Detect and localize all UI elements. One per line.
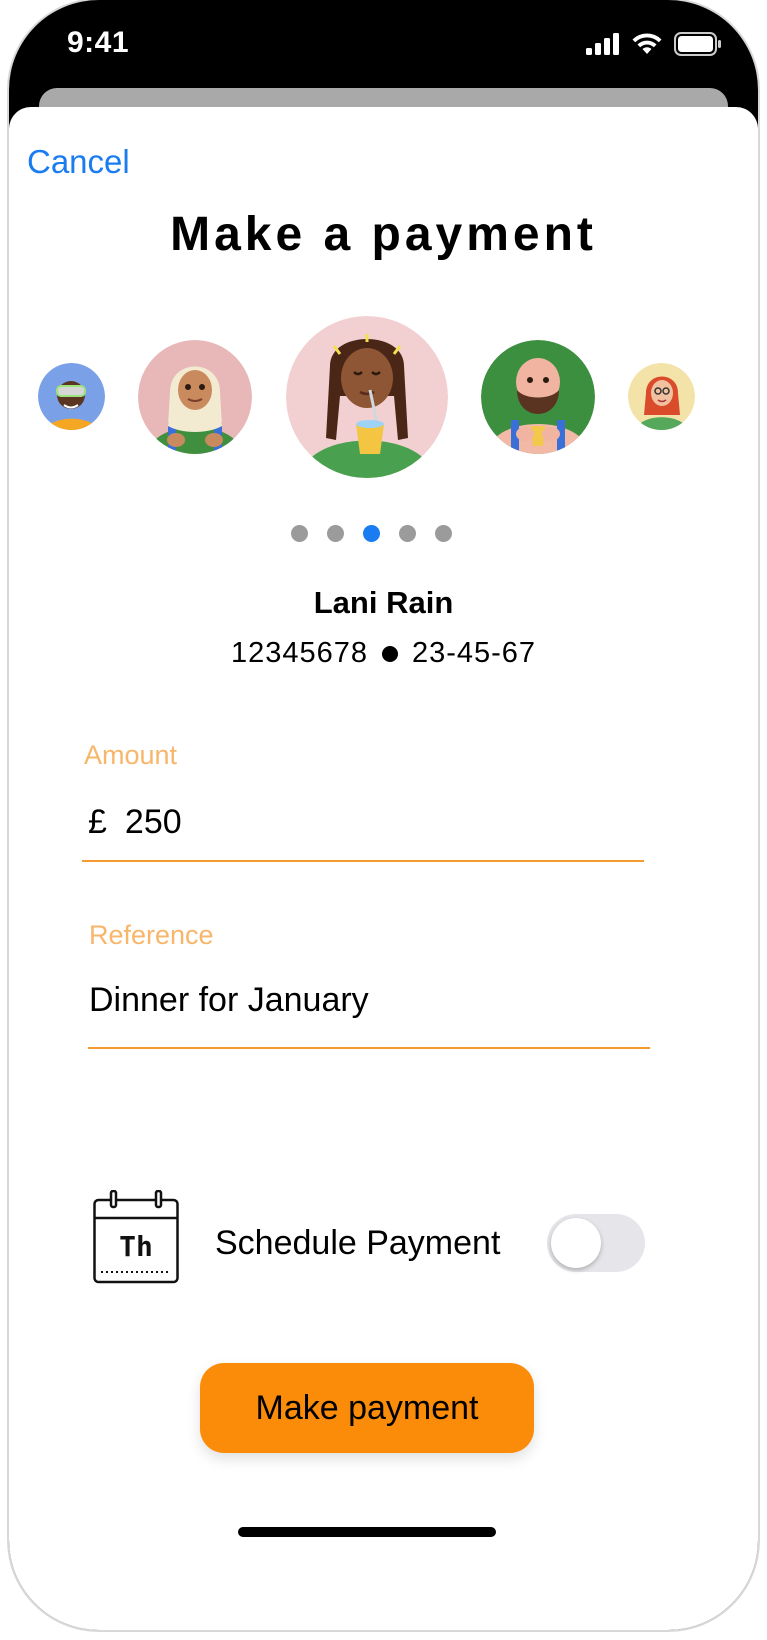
make-payment-button[interactable]: Make payment xyxy=(200,1363,534,1453)
avatar-red-hair-person[interactable] xyxy=(628,363,695,430)
schedule-payment-label: Schedule Payment xyxy=(215,1224,501,1262)
wifi-icon xyxy=(632,33,662,54)
avatar-hijab-person[interactable] xyxy=(138,340,252,454)
payee-name: Lani Rain xyxy=(313,585,454,620)
reference-label: Reference xyxy=(89,920,214,950)
separator-dot xyxy=(381,646,398,663)
calendar-icon-text: Th xyxy=(119,1230,153,1263)
payment-sheet: Cancel Make a payment Lani Rain 12345678… xyxy=(9,107,758,1630)
status-icons xyxy=(586,32,722,56)
amount-input[interactable]: £250 xyxy=(88,803,644,849)
reference-underline xyxy=(88,1047,650,1049)
cellular-signal-icon xyxy=(586,33,619,55)
battery-icon xyxy=(674,32,721,56)
carousel-dot[interactable] xyxy=(435,525,452,542)
phone-frame: 9:41 Cancel Make a payment Lani Rain 123… xyxy=(9,0,758,1630)
account-number: 12345678 xyxy=(230,637,368,669)
schedule-payment-toggle[interactable] xyxy=(547,1214,645,1272)
payee-account-details: 12345678 23-45-67 xyxy=(9,637,758,670)
toggle-knob xyxy=(551,1218,601,1268)
reference-input[interactable]: Dinner for January xyxy=(89,981,649,1027)
page-title: Make a payment xyxy=(170,208,597,261)
carousel-pagination xyxy=(291,525,452,542)
amount-value: 250 xyxy=(124,803,182,841)
cancel-button[interactable]: Cancel xyxy=(27,143,130,181)
carousel-dot-active[interactable] xyxy=(363,525,380,542)
avatar-vr-headset-person[interactable] xyxy=(38,363,105,430)
amount-underline xyxy=(82,860,644,862)
currency-symbol: £ xyxy=(88,803,107,841)
home-indicator[interactable] xyxy=(238,1527,496,1537)
carousel-dot[interactable] xyxy=(291,525,308,542)
calendar-icon: Th xyxy=(93,1189,179,1289)
avatar-bearded-person[interactable] xyxy=(481,340,595,454)
amount-label: Amount xyxy=(84,740,178,770)
carousel-dot[interactable] xyxy=(399,525,416,542)
sort-code: 23-45-67 xyxy=(411,637,537,669)
status-time: 9:41 xyxy=(67,26,130,59)
avatar-dreadlocks-person[interactable] xyxy=(286,316,448,478)
status-bar: 9:41 xyxy=(9,0,758,90)
carousel-dot[interactable] xyxy=(327,525,344,542)
